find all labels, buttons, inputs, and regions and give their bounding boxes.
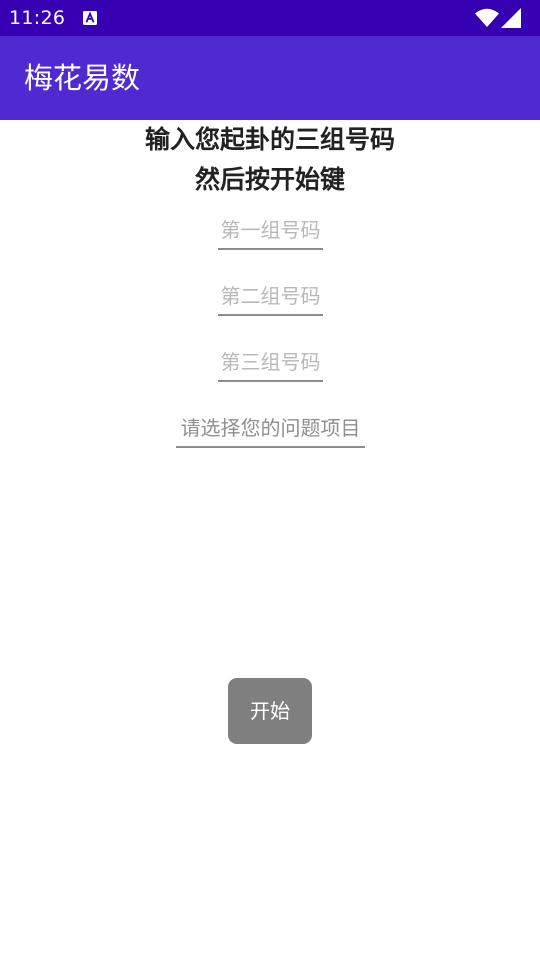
instruction-line-1: 输入您起卦的三组号码	[144, 125, 395, 154]
text-a-icon	[83, 11, 97, 25]
status-time: 11:26	[9, 7, 66, 29]
cell-signal-icon	[501, 8, 521, 28]
first-number-input[interactable]	[218, 216, 323, 250]
instructions: 输入您起卦的三组号码 然后按开始键	[0, 120, 540, 200]
status-bar: 11:26	[0, 0, 540, 36]
question-select[interactable]	[176, 414, 365, 448]
second-number-input[interactable]	[218, 282, 323, 316]
third-number-input[interactable]	[218, 348, 323, 382]
app-title: 梅花易数	[24, 61, 141, 95]
start-button[interactable]: 开始	[228, 678, 312, 744]
instruction-line-2: 然后按开始键	[194, 165, 345, 194]
wifi-icon	[475, 8, 499, 27]
app-bar: 梅花易数	[0, 36, 540, 120]
